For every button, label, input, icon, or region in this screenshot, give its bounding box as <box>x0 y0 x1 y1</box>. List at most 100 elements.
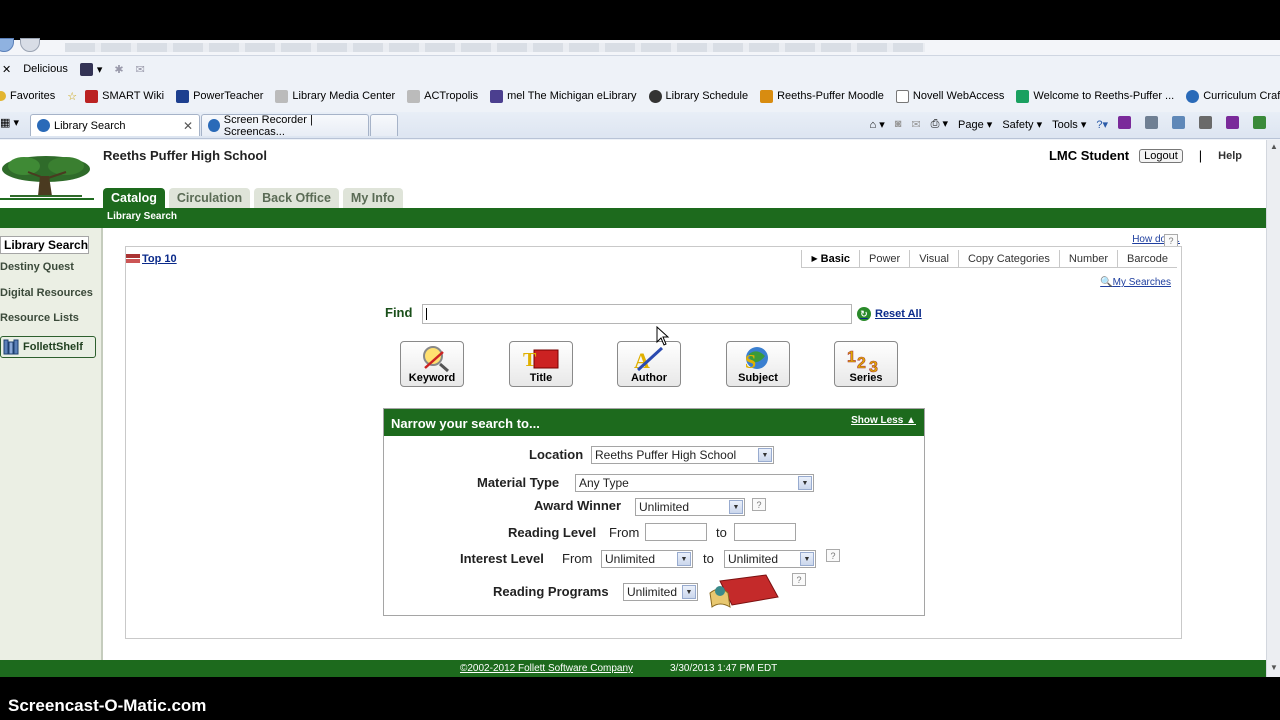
copyright-link[interactable]: ©2002-2012 Follett Software Company <box>460 663 633 674</box>
tab-barcode[interactable]: Barcode <box>1117 250 1177 268</box>
onenote-icon[interactable] <box>1226 116 1243 132</box>
close-tab-icon[interactable]: ✕ <box>183 119 193 133</box>
read-mail-icon[interactable]: ✉ <box>911 118 920 131</box>
help-link[interactable]: Help <box>1218 150 1242 162</box>
snowflake-icon[interactable]: ✱ <box>114 63 123 76</box>
favorite-michigan-elibrary[interactable]: mel The Michigan eLibrary <box>490 89 637 103</box>
tool-icon[interactable] <box>1145 116 1162 132</box>
tab-number[interactable]: Number <box>1058 250 1118 268</box>
favorite-library-media-center[interactable]: Library Media Center <box>275 89 395 103</box>
print-icon[interactable]: ⎙ ▾ <box>931 117 948 131</box>
close-toolbar-icon[interactable]: ✕ <box>2 63 11 76</box>
tab-back-office[interactable]: Back Office <box>254 188 339 208</box>
page-menu[interactable]: Page ▾ <box>958 118 992 131</box>
delicious-grid-icon[interactable]: ▾ <box>79 62 102 76</box>
subject-search-button[interactable]: S Subject <box>726 341 790 387</box>
reading-level-label: Reading Level <box>508 525 597 540</box>
top10-link[interactable]: Top 10 <box>126 253 177 265</box>
favorite-moodle[interactable]: Reeths-Puffer Moodle <box>760 89 884 103</box>
bookshelf-icon <box>3 339 19 355</box>
tab-copy-categories[interactable]: Copy Categories <box>957 250 1059 268</box>
favorite-powerteacher[interactable]: PowerTeacher <box>176 89 263 103</box>
material-type-label: Material Type <box>477 475 560 490</box>
favorite-actropolis[interactable]: ACTropolis <box>407 89 478 103</box>
new-tab-button[interactable] <box>370 114 398 136</box>
location-label: Location <box>529 447 584 462</box>
browser-tab-screen-recorder[interactable]: Screen Recorder | Screencas... <box>201 114 369 138</box>
scroll-down-icon[interactable]: ▼ <box>1269 663 1279 675</box>
interest-help-icon[interactable]: ? <box>826 549 840 562</box>
award-winner-select[interactable]: Unlimited ▼ <box>635 498 745 516</box>
favorites-button[interactable]: Favorites <box>0 90 55 102</box>
subnav-library-search[interactable]: Library Search <box>107 211 177 222</box>
delicious-label[interactable]: Delicious <box>23 63 68 75</box>
favorite-smart-wiki[interactable]: SMART Wiki <box>85 89 164 103</box>
reading-level-to-label: to <box>716 525 727 540</box>
safety-menu[interactable]: Safety ▾ <box>1002 118 1042 131</box>
show-less-link[interactable]: Show Less ▲ <box>851 415 916 426</box>
series-search-button[interactable]: 1 2 3 Series <box>834 341 898 387</box>
location-select[interactable]: Reeths Puffer High School ▼ <box>591 446 774 464</box>
award-winner-label: Award Winner <box>534 498 622 513</box>
footer: ©2002-2012 Follett Software Company 3/30… <box>0 660 1266 677</box>
chevron-down-icon: ▼ <box>677 552 691 566</box>
sidebar-item-destiny-quest[interactable]: Destiny Quest <box>0 261 74 273</box>
tab-basic[interactable]: ▶ Basic <box>801 250 859 268</box>
interest-level-from-select[interactable]: Unlimited ▼ <box>601 550 693 568</box>
help-icon[interactable]: ?▾ <box>1096 118 1108 131</box>
magnifier-icon: 🔍 <box>1100 277 1113 288</box>
sidebar-item-resource-lists[interactable]: Resource Lists <box>0 312 79 324</box>
browser-tab-library-search[interactable]: Library Search ✕ <box>30 114 200 136</box>
tab-visual[interactable]: Visual <box>909 250 958 268</box>
search-mode-tabs: ▶ Basic Power Visual Copy Categories Numb… <box>801 250 1177 268</box>
favorite-welcome-reeths-puffer[interactable]: Welcome to Reeths-Puffer ... <box>1016 89 1174 103</box>
tools-menu[interactable]: Tools ▾ <box>1052 118 1086 131</box>
narrow-title: Narrow your search to... <box>391 416 540 431</box>
material-type-select[interactable]: Any Type ▼ <box>575 474 814 492</box>
follettshelf-button[interactable]: FollettShelf <box>0 336 96 358</box>
home-icon[interactable]: ⌂ ▾ <box>870 118 885 131</box>
find-input[interactable] <box>422 304 852 324</box>
tool-icon[interactable] <box>1172 116 1189 132</box>
title-search-button[interactable]: T Title <box>509 341 573 387</box>
author-search-button[interactable]: A Author <box>617 341 681 387</box>
reading-level-from-label: From <box>609 525 640 540</box>
narrow-header: Narrow your search to... Show Less ▲ <box>384 409 924 436</box>
favorite-curriculum-crafter[interactable]: Curriculum Crafter <box>1186 89 1280 103</box>
logo-underline <box>0 198 94 200</box>
find-label: Find <box>385 305 413 320</box>
sidebar-item-digital-resources[interactable]: Digital Resources <box>0 287 93 299</box>
award-help-icon[interactable]: ? <box>752 498 766 511</box>
mail-icon[interactable]: ✉ <box>136 63 145 76</box>
favorite-library-schedule[interactable]: Library Schedule <box>648 89 748 103</box>
tab-my-info[interactable]: My Info <box>342 188 403 208</box>
tab-circulation[interactable]: Circulation <box>168 188 251 208</box>
tab-catalog[interactable]: Catalog <box>103 188 165 208</box>
reset-all-link[interactable]: ↻ Reset All <box>857 307 922 321</box>
add-favorite-icon[interactable]: ☆ <box>67 90 77 103</box>
vertical-scrollbar[interactable]: ▲ ▼ <box>1266 140 1280 677</box>
tab-power[interactable]: Power <box>859 250 910 268</box>
keyword-search-button[interactable]: Keyword <box>400 341 464 387</box>
favorite-novell-webaccess[interactable]: Novell WebAccess <box>895 89 1004 103</box>
onenote-icon[interactable] <box>1118 116 1135 132</box>
my-searches-link[interactable]: 🔍My Searches <box>1100 277 1171 288</box>
screencast-watermark: Screencast-O-Matic.com <box>8 696 207 715</box>
reading-level-to-input[interactable] <box>734 523 796 541</box>
quick-tabs-icon[interactable]: ▦ ▾ <box>0 116 19 129</box>
scroll-up-icon[interactable]: ▲ <box>1269 142 1279 154</box>
sidebar-item-library-search[interactable]: Library Search <box>0 236 90 254</box>
interest-level-to-select[interactable]: Unlimited ▼ <box>724 550 816 568</box>
svg-text:1: 1 <box>847 349 856 366</box>
reading-programs-label: Reading Programs <box>493 584 609 599</box>
tool-icon[interactable] <box>1253 116 1270 132</box>
feeds-icon[interactable]: ◙ <box>895 118 902 130</box>
interest-level-to-label: to <box>703 551 714 566</box>
tool-icon[interactable] <box>1199 116 1216 132</box>
reading-programs-select[interactable]: Unlimited ▼ <box>623 583 698 601</box>
logout-button[interactable]: Logout <box>1139 148 1183 163</box>
reading-level-from-input[interactable] <box>645 523 707 541</box>
school-name: Reeths Puffer High School <box>103 148 267 163</box>
page-content: Reeths Puffer High School LMC Student Lo… <box>0 140 1266 677</box>
reading-programs-help-icon[interactable]: ? <box>792 573 806 586</box>
